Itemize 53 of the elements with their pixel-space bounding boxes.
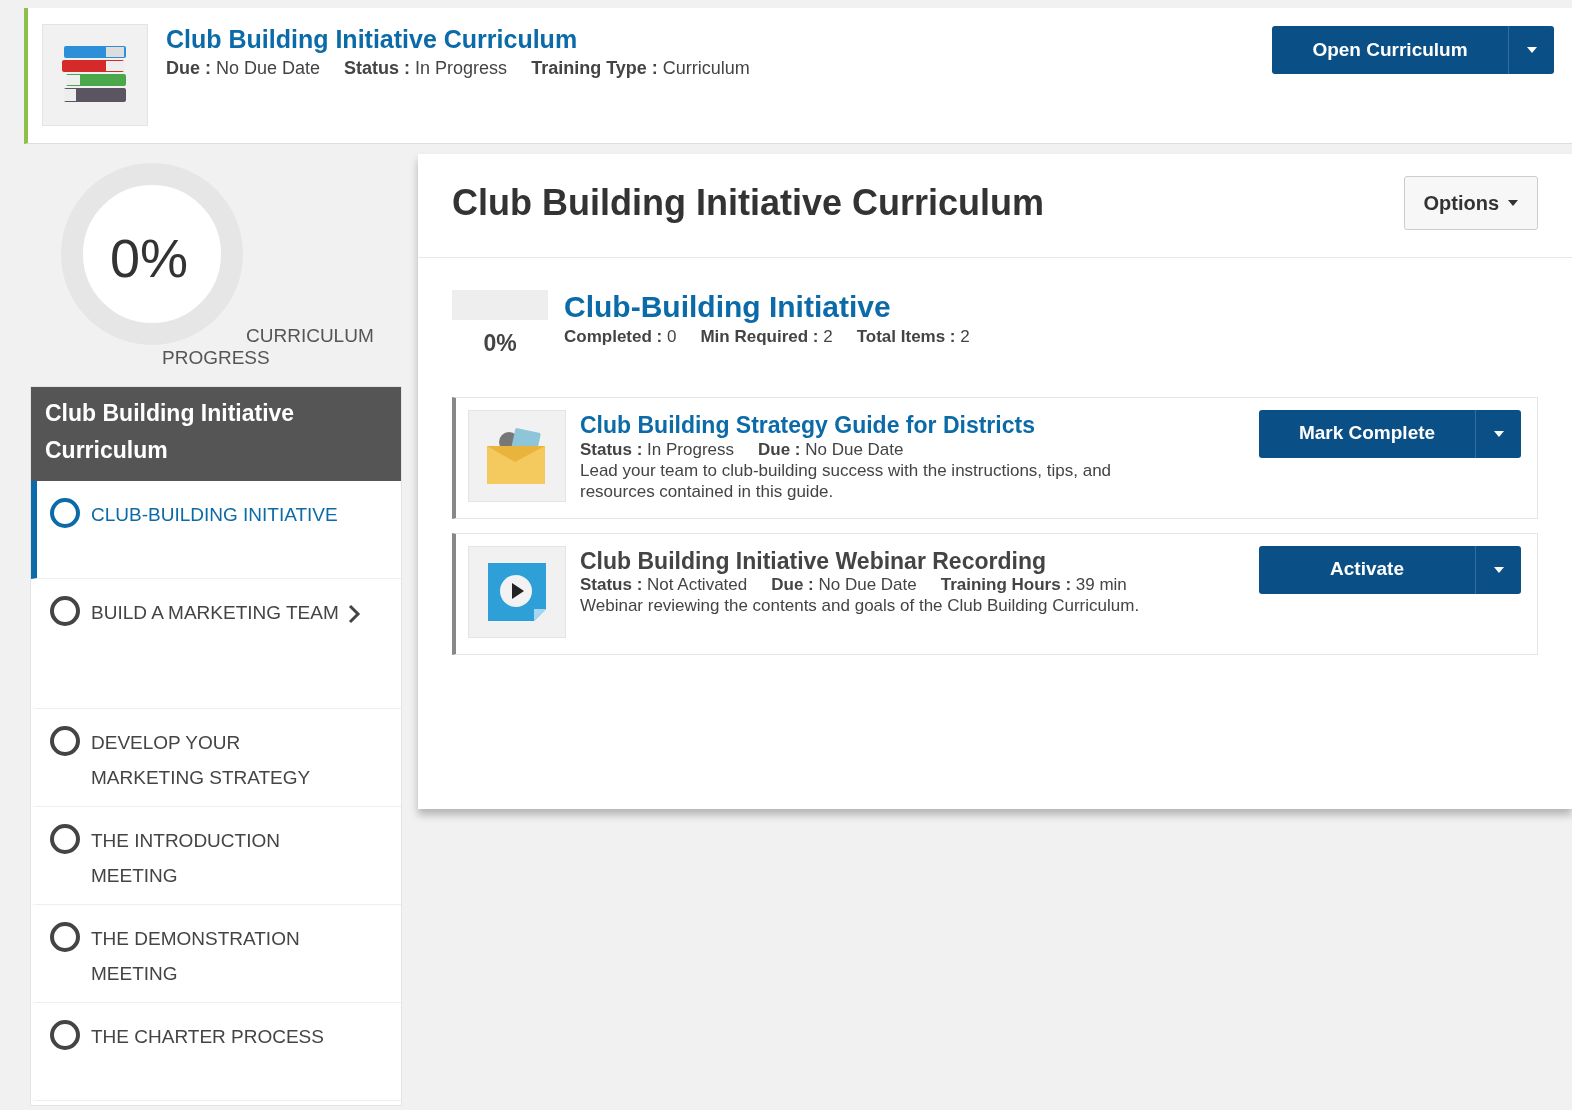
sidebar-item[interactable]: THE CHARTER PROCESS bbox=[31, 1003, 401, 1101]
sidebar-item-label: CLUB-BUILDING INITIATIVE bbox=[91, 503, 339, 527]
sidebar-title: Club Building Initiative Curriculum bbox=[31, 387, 401, 481]
progress-caption: PROGRESS bbox=[162, 346, 270, 370]
item-title: Club Building Initiative Webinar Recording bbox=[580, 547, 1047, 575]
sidebar-item-label: BUILD A MARKETING TEAM bbox=[91, 601, 340, 625]
meta-text: Status : In Progress bbox=[344, 57, 508, 80]
circle-icon bbox=[49, 595, 81, 627]
meta-text: Due : No Due Date bbox=[166, 57, 321, 80]
meta-text: Due : No Due Date bbox=[758, 439, 904, 460]
primary-button[interactable]: Open Curriculum bbox=[1272, 26, 1508, 74]
primary-button[interactable]: Mark Complete bbox=[1259, 409, 1475, 458]
meta-text: Min Required : 2 bbox=[700, 326, 833, 348]
sidebar-item-label: THE INTRODUCTION MEETING bbox=[91, 829, 281, 888]
meta-text: Training Hours : 39 min bbox=[940, 574, 1127, 595]
section-title-link[interactable]: Club-Building Initiative bbox=[564, 290, 891, 323]
sidebar-item[interactable]: THE DEMONSTRATION MEETING bbox=[31, 905, 401, 1003]
primary-button[interactable]: Activate bbox=[1259, 545, 1475, 594]
sidebar-item-label: THE CHARTER PROCESS bbox=[91, 1025, 325, 1049]
sidebar-item[interactable]: THE INTRODUCTION MEETING bbox=[31, 807, 401, 905]
chevron-right-icon bbox=[347, 603, 361, 625]
meta-text: Due : No Due Date bbox=[771, 574, 917, 595]
circle-icon bbox=[49, 497, 81, 529]
item-title-link[interactable]: Club Building Strategy Guide for Districts bbox=[580, 411, 1035, 438]
item-description: Webinar reviewing the contents and goals of the Club Building Curriculum. bbox=[580, 594, 1141, 616]
meta-text: Status : Not Activated bbox=[580, 574, 748, 595]
circle-icon bbox=[49, 921, 81, 953]
sidebar-item-label: THE DEMONSTRATION MEETING bbox=[91, 927, 301, 986]
dropdown-button[interactable] bbox=[1475, 545, 1521, 594]
meta-text: Training Type : Curriculum bbox=[531, 57, 750, 80]
curriculum-title-link[interactable]: Club Building Initiative Curriculum bbox=[166, 25, 578, 53]
meta-text: Status : In Progress bbox=[580, 439, 734, 460]
caret-icon bbox=[1492, 429, 1505, 438]
options-button[interactable]: Options bbox=[1404, 176, 1538, 230]
meta-text: Total Items : 2 bbox=[856, 326, 970, 348]
circle-icon bbox=[49, 1019, 81, 1051]
caret-icon bbox=[1492, 565, 1505, 574]
content-title: Club Building Initiative Curriculum bbox=[452, 181, 1044, 225]
video-play-icon bbox=[486, 560, 548, 623]
section-progress-percent: 0% bbox=[483, 329, 517, 358]
caret-icon bbox=[1525, 46, 1538, 54]
circle-icon bbox=[49, 725, 81, 757]
caret-icon bbox=[1507, 199, 1519, 207]
item-description: Lead your team to club-building success with the instructions, tips, and resources contained in this guide. bbox=[580, 459, 1113, 502]
dropdown-button[interactable] bbox=[1475, 409, 1521, 458]
circle-icon bbox=[49, 823, 81, 855]
sidebar-item-label: DEVELOP YOUR MARKETING STRATEGY bbox=[91, 731, 312, 790]
meta-text: Completed : 0 bbox=[564, 326, 677, 348]
sidebar-item[interactable]: CLUB-BUILDING INITIATIVE bbox=[31, 481, 401, 579]
progress-caption: CURRICULUM bbox=[246, 324, 374, 348]
sidebar-item[interactable]: DEVELOP YOUR MARKETING STRATEGY bbox=[31, 709, 401, 807]
sidebar-item[interactable]: BUILD A MARKETING TEAM bbox=[31, 579, 401, 709]
progress-percent: 0% bbox=[110, 227, 189, 290]
